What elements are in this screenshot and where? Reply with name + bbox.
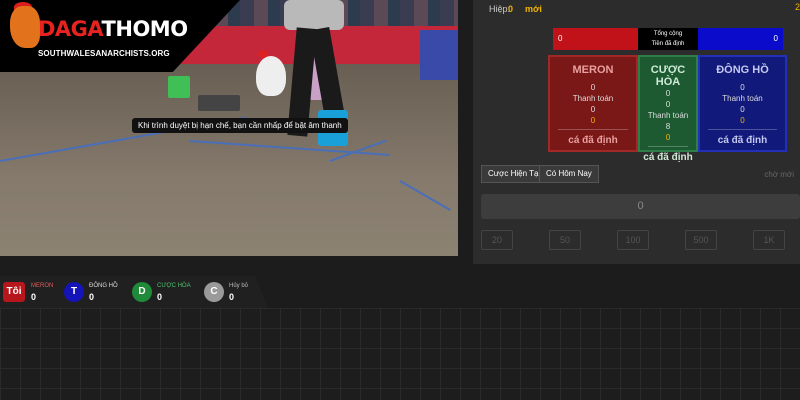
sound-caption[interactable]: Khi trình duyệt bị hạn chế, bạn cần nhấp… (132, 118, 348, 133)
me-badge: Tôi (3, 282, 25, 302)
brand-name[interactable]: DAGATHOMO (38, 17, 188, 41)
stat-value: 0 (31, 292, 37, 302)
chip-500[interactable]: 500 (685, 230, 717, 250)
bet-box-dongho[interactable]: ĐÔNG HỒ 0 Thanh toán 0 0 cá đã định (698, 55, 787, 152)
stat-label: Hủy bỏ (229, 283, 249, 289)
bet-box-meron[interactable]: MERON 0 Thanh toán 0 0 cá đã định (548, 55, 638, 152)
chip-1k[interactable]: 1K (753, 230, 785, 250)
totals-center: Tổng cộng Tiền đã định (638, 28, 698, 50)
rooster (256, 50, 286, 96)
waiting-label: chờ mới (764, 170, 794, 179)
weighing-scale (198, 95, 240, 111)
new-label: mới (525, 4, 542, 14)
chip-20[interactable]: 20 (481, 230, 513, 250)
dongho-total: 0 (698, 28, 783, 50)
live-video[interactable]: DAGATHOMO SOUTHWALESANARCHISTS.ORG Khi t… (0, 0, 458, 256)
cancel-badge: C (204, 282, 224, 302)
tab-today[interactable]: Có Hôm Nay (539, 165, 599, 183)
stat-value: 0 (157, 292, 163, 302)
brand-site: SOUTHWALESANARCHISTS.ORG (38, 49, 170, 58)
stats-bar: Tôi MERON 0 T ĐÔNG HỒ 0 D CƯỢC HÒA 0 C H… (0, 276, 268, 308)
history-grid (0, 308, 800, 400)
stat-label: MERON (31, 283, 54, 289)
meron-total: 0 (553, 28, 638, 50)
app-root: DAGATHOMO SOUTHWALESANARCHISTS.ORG Khi t… (0, 0, 800, 400)
round-label: Hiệp: (489, 4, 511, 14)
betting-panel: Hiệp: 0 mới 2 0 Tổng cộng Tiền đã định 0… (473, 0, 800, 264)
stat-value: 0 (89, 292, 95, 302)
chip-100[interactable]: 100 (617, 230, 649, 250)
stat-label: ĐÔNG HỒ (89, 283, 118, 289)
round-value: 0 (508, 4, 514, 14)
corner-number: 2 (794, 2, 800, 12)
tab-current-bets[interactable]: Cược Hiện Tại (481, 165, 548, 183)
totals-bar: 0 Tổng cộng Tiền đã định 0 (553, 28, 783, 50)
rooster-logo-icon (10, 6, 40, 48)
stat-label: CƯỢC HÒA (157, 283, 191, 289)
draw-badge: D (132, 282, 152, 302)
dongho-badge: T (64, 282, 84, 302)
floor-line (399, 180, 451, 211)
chip-50[interactable]: 50 (549, 230, 581, 250)
green-stool (168, 76, 190, 98)
arena-wall-blue (420, 30, 458, 80)
stat-value: 0 (229, 292, 235, 302)
bet-box-draw[interactable]: CƯỢC HÒA 0 0 Thanh toán 8 0 cá đã định (638, 55, 698, 163)
bet-amount-input[interactable]: 0 (481, 194, 800, 219)
